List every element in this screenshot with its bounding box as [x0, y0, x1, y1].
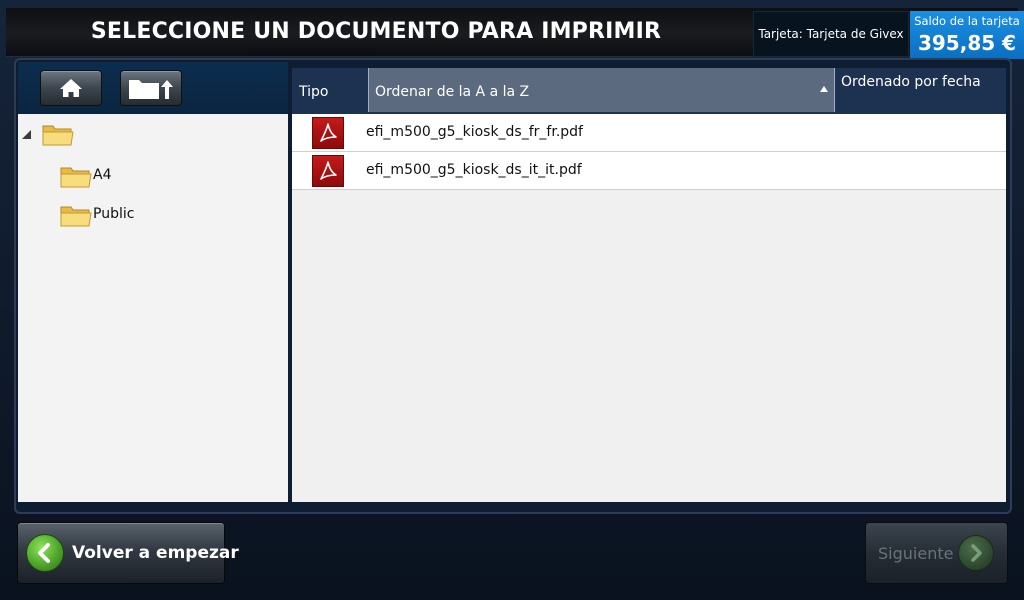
tree-item-public[interactable]: Public [18, 201, 288, 229]
tree-item-a4[interactable]: A4 [18, 162, 288, 190]
file-list-header: Tipo Ordenar de la A a la Z Ordenado por… [292, 68, 1006, 114]
sort-ascending-icon [820, 86, 828, 92]
pdf-icon [312, 117, 344, 149]
file-name: efi_m500_g5_kiosk_ds_it_it.pdf [366, 162, 582, 178]
folder-icon [60, 206, 92, 227]
restart-button[interactable]: Volver a empezar [17, 522, 239, 584]
column-date-sort-header[interactable]: Ordenado por fecha [834, 68, 1006, 112]
card-name: Tarjeta: Tarjeta de Givex [758, 27, 904, 41]
tree-toolbar [18, 62, 288, 114]
back-arrow-icon [26, 534, 64, 572]
home-button[interactable] [40, 70, 102, 106]
next-button[interactable]: Siguiente [865, 522, 1008, 584]
file-row[interactable]: efi_m500_g5_kiosk_ds_it_it.pdf [292, 152, 1006, 190]
tree-item-label: Public [93, 206, 135, 222]
balance-label: Saldo de la tarjeta [914, 14, 1020, 28]
folder-icon [42, 125, 74, 146]
collapse-arrow-icon[interactable] [22, 130, 31, 139]
tree-item-label: A4 [93, 167, 112, 183]
file-name: efi_m500_g5_kiosk_ds_fr_fr.pdf [366, 124, 583, 140]
pdf-icon [312, 155, 344, 187]
card-balance: Saldo de la tarjeta 395,85 € [910, 11, 1024, 59]
kiosk-screen: SELECCIONE UN DOCUMENTO PARA IMPRIMIR Ta… [0, 0, 1024, 600]
next-label: Siguiente [878, 544, 954, 563]
document-browser: A4 Public Tipo Ordenar de la A a la Z Or… [14, 58, 1012, 514]
card-info: Tarjeta: Tarjeta de Givex [753, 11, 909, 57]
folder-tree: A4 Public [18, 114, 288, 502]
file-list: Tipo Ordenar de la A a la Z Ordenado por… [292, 68, 1006, 502]
tree-root[interactable] [18, 120, 288, 148]
folder-icon [60, 167, 92, 188]
column-name-sort-header[interactable]: Ordenar de la A a la Z [368, 68, 834, 112]
file-row[interactable]: efi_m500_g5_kiosk_ds_fr_fr.pdf [292, 114, 1006, 152]
page-title: SELECCIONE UN DOCUMENTO PARA IMPRIMIR [90, 19, 662, 44]
header-bar: SELECCIONE UN DOCUMENTO PARA IMPRIMIR Ta… [6, 8, 1024, 59]
restart-label: Volver a empezar [72, 543, 239, 563]
home-icon [60, 79, 82, 97]
column-type-header[interactable]: Tipo [292, 68, 368, 112]
balance-value: 395,85 € [917, 31, 1017, 55]
folder-up-icon [129, 80, 173, 99]
next-arrow-icon [958, 535, 994, 571]
folder-up-button[interactable] [120, 70, 182, 106]
